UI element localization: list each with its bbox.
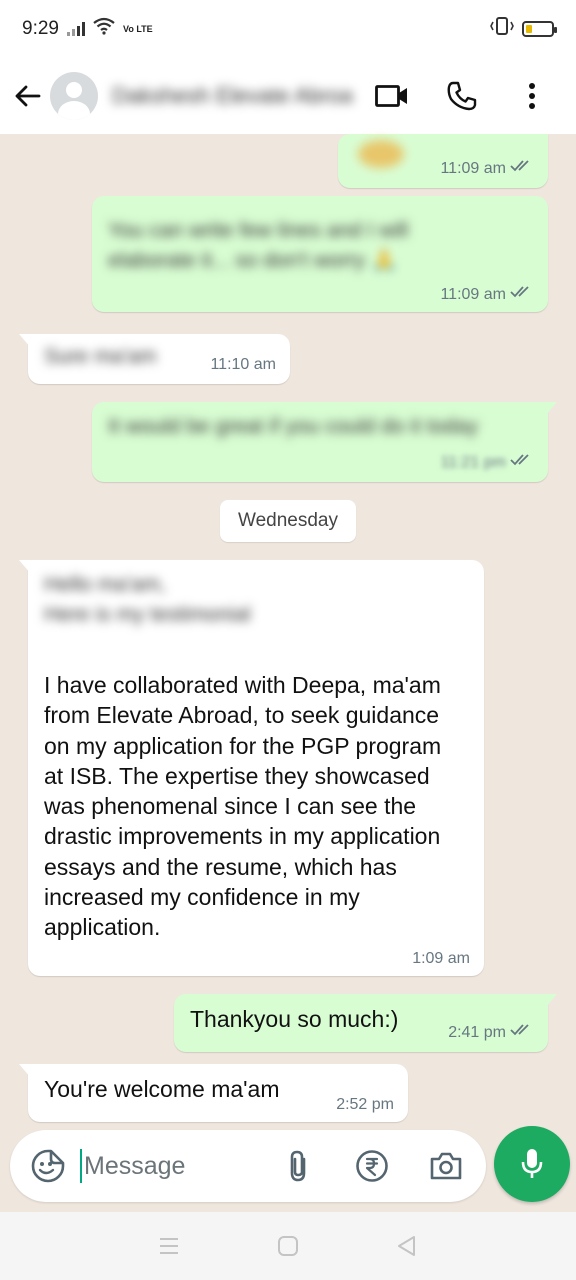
chat-header: Dakshesh Elevate Abroad xyxy=(0,58,576,134)
message-time: 11:09 am xyxy=(440,159,506,177)
contact-name[interactable]: Dakshesh Elevate Abroad xyxy=(112,83,352,109)
message-bubble-incoming[interactable]: Hello ma'am, Here is my testimonial I ha… xyxy=(19,560,484,976)
message-text: I have collaborated with Deepa, ma'am fr… xyxy=(44,672,442,941)
message-bubble-incoming[interactable]: Sure ma'am 11:10 am xyxy=(19,334,290,384)
message-time: 2:41 pm xyxy=(448,1023,506,1041)
sticker-emoji-icon[interactable] xyxy=(30,1144,66,1188)
message-intro: Hello ma'am, Here is my testimonial xyxy=(44,573,251,626)
emoji-sticker xyxy=(358,140,404,168)
status-bar: 9:29 Vo LTE xyxy=(0,0,576,58)
read-receipt-icon xyxy=(510,159,534,178)
voice-call-icon[interactable] xyxy=(444,78,480,114)
back-triangle-icon[interactable] xyxy=(387,1226,427,1266)
message-time: 2:52 pm xyxy=(336,1096,394,1113)
microphone-icon xyxy=(521,1149,543,1178)
more-options-icon[interactable] xyxy=(514,78,550,114)
message-time: 11:10 am xyxy=(210,356,276,373)
read-receipt-icon xyxy=(510,453,534,472)
video-call-icon[interactable] xyxy=(374,78,410,114)
message-text: It would be great if you could do it tod… xyxy=(108,415,479,438)
message-text: You can write few lines and I will elabo… xyxy=(108,219,409,272)
payment-rupee-icon[interactable] xyxy=(350,1144,394,1188)
system-navigation-bar xyxy=(0,1212,576,1280)
avatar[interactable] xyxy=(50,72,98,120)
message-text: Sure ma'am xyxy=(44,345,157,368)
read-receipt-icon xyxy=(510,1023,534,1042)
message-bubble-outgoing[interactable]: It would be great if you could do it tod… xyxy=(92,402,557,482)
message-time: 1:09 am xyxy=(412,950,470,967)
text-cursor xyxy=(80,1149,82,1183)
message-bubble-outgoing[interactable]: Thankyou so much:) 2:41 pm xyxy=(174,994,557,1052)
wifi-icon xyxy=(93,17,115,41)
message-bubble-outgoing[interactable]: 11:09 am xyxy=(338,134,548,188)
back-arrow-icon[interactable] xyxy=(10,76,44,116)
message-input[interactable]: Message xyxy=(84,1152,185,1181)
message-time: 11:21 pm xyxy=(440,453,506,471)
message-bubble-outgoing[interactable]: You can write few lines and I will elabo… xyxy=(92,196,548,312)
status-time: 9:29 xyxy=(22,18,59,39)
vibrate-icon xyxy=(490,17,514,41)
message-time: 11:09 am xyxy=(440,285,506,303)
cellular-signal-icon xyxy=(66,22,85,36)
message-list[interactable]: 11:09 am You can write few lines and I w… xyxy=(0,134,576,1134)
recent-apps-icon[interactable] xyxy=(149,1226,189,1266)
voice-message-mic-button[interactable] xyxy=(494,1126,570,1202)
battery-icon xyxy=(522,21,557,37)
message-bubble-incoming[interactable]: You're welcome ma'am 2:52 pm xyxy=(19,1064,408,1122)
attachment-paperclip-icon[interactable] xyxy=(276,1144,320,1188)
date-divider: Wednesday xyxy=(220,500,356,542)
message-composer[interactable]: Message xyxy=(10,1130,486,1202)
home-icon[interactable] xyxy=(268,1226,308,1266)
camera-icon[interactable] xyxy=(424,1144,468,1188)
volte-indicator: Vo LTE xyxy=(122,23,153,34)
read-receipt-icon xyxy=(510,285,534,304)
